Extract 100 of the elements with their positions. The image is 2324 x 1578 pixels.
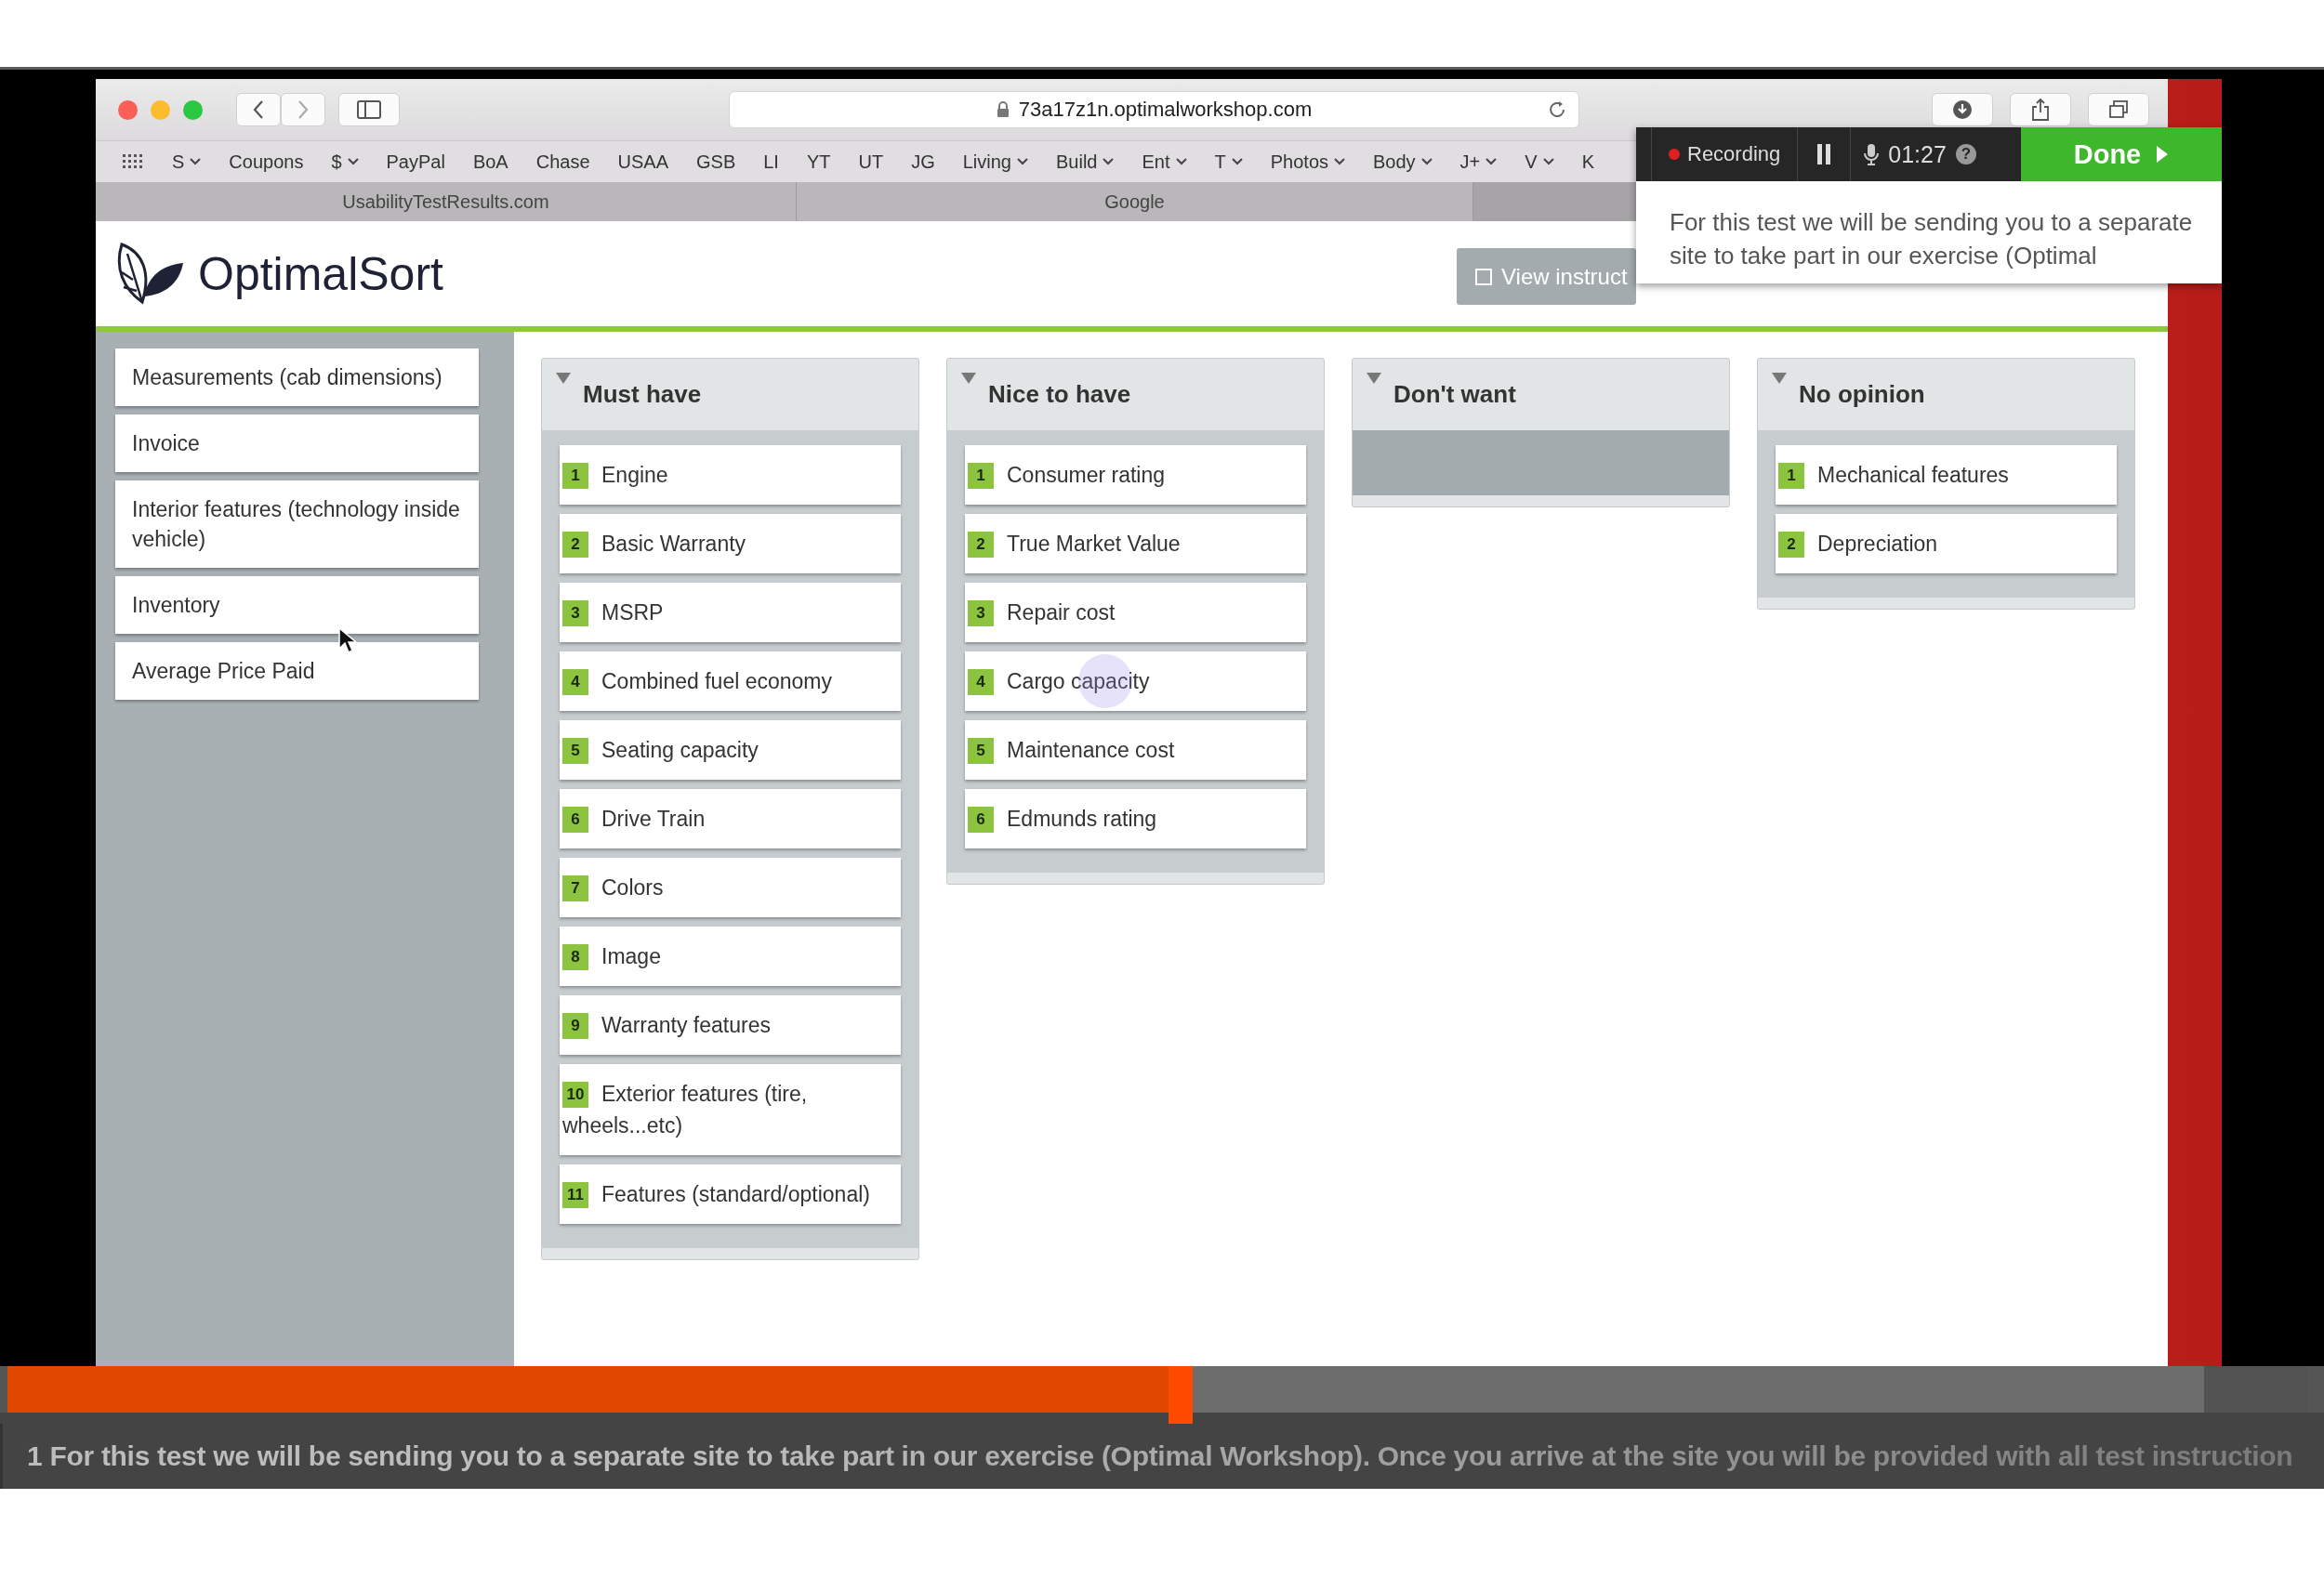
sorted-card[interactable]: 11 Features (standard/optional) [560,1164,901,1224]
bookmark-item[interactable]: K [1581,151,1594,173]
lock-icon [996,101,1010,118]
zoom-button[interactable] [183,99,203,120]
help-icon[interactable]: ? [1955,144,1976,164]
share-button[interactable] [2010,93,2071,126]
sorted-card[interactable]: 10 Exterior features (tire, wheels...etc) [560,1064,901,1155]
sorted-card[interactable]: 2 Depreciation [1776,514,2117,573]
bookmark-item[interactable]: LI [763,151,779,173]
bookmark-item[interactable]: Coupons [229,151,304,173]
collapse-triangle-icon[interactable] [960,372,977,385]
bookmark-item[interactable]: JG [911,151,935,173]
bookmark-item[interactable]: Build [1056,151,1115,173]
card-number: 2 [1778,532,1804,558]
logo-text: OptimalSort [198,246,443,301]
tabs-button[interactable] [2088,93,2149,126]
card-number: 4 [968,669,994,695]
bookmark-item[interactable]: GSB [696,151,736,173]
recording-status: Recording [1687,142,1781,166]
mouse-cursor-icon [337,626,356,654]
back-button[interactable] [236,93,281,126]
sorted-card[interactable]: 2 True Market Value [965,514,1306,573]
card-number: 8 [562,944,588,970]
bookmark-item[interactable]: USAA [617,151,668,173]
sidebar-button[interactable] [338,93,400,126]
apps-grid-icon[interactable] [122,153,144,170]
card-number: 6 [968,807,994,833]
bookmark-item[interactable]: Ent [1142,151,1187,173]
bookmark-item[interactable]: Chase [535,151,590,173]
sidebar-icon [357,100,381,119]
card-number: 5 [562,738,588,764]
bookmark-item[interactable]: V [1525,151,1554,173]
card-number: 2 [562,532,588,558]
bookmark-item[interactable]: S [172,151,202,173]
pause-icon[interactable] [1816,143,1832,165]
card-number: 10 [562,1082,588,1108]
bookmark-item[interactable]: Living [962,151,1028,173]
sorted-card[interactable]: 9 Warranty features [560,995,901,1055]
card-number: 4 [562,669,588,695]
sorted-card[interactable]: 4 Combined fuel economy [560,651,901,711]
tabs-icon [2108,100,2129,119]
microphone-icon [1864,143,1880,165]
collapse-triangle-icon[interactable] [1771,372,1788,385]
card-number: 1 [1778,463,1804,489]
category-title: Nice to have [988,380,1131,409]
bookmark-item[interactable]: T [1214,151,1243,173]
card-number: 2 [968,532,994,558]
sorted-card[interactable]: 6 Edmunds rating [965,789,1306,848]
category-title: Must have [583,380,702,409]
address-bar[interactable]: 73a17z1n.optimalworkshop.com [729,91,1579,128]
sorted-card[interactable]: 6 Drive Train [560,789,901,848]
sorted-card[interactable]: 2 Basic Warranty [560,514,901,573]
card-number: 11 [562,1182,588,1208]
unsorted-card[interactable]: Interior features (technology inside vehicle) [115,480,479,568]
collapse-triangle-icon[interactable] [555,372,572,385]
bookmark-item[interactable]: $ [331,151,359,173]
unsorted-card[interactable]: Measurements (cab dimensions) [115,348,479,406]
sorted-card[interactable]: 5 Seating capacity [560,720,901,780]
browser-tab[interactable]: UsabilityTestResults.com [96,182,797,221]
bookmark-item[interactable]: Body [1373,151,1433,173]
sorted-card[interactable]: 3 Repair cost [965,583,1306,642]
card-number: 1 [562,463,588,489]
bookmark-item[interactable]: PayPal [386,151,445,173]
category-title: Don't want [1393,380,1516,409]
card-number: 5 [968,738,994,764]
sorted-card[interactable]: 7 Colors [560,858,901,917]
bookmark-item[interactable]: BoA [472,151,508,173]
card-number: 6 [562,807,588,833]
bookmark-item[interactable]: Photos [1270,151,1345,173]
sorted-card[interactable]: 1 Engine [560,445,901,505]
recording-time: 01:27 [1888,140,1947,168]
card-number: 9 [562,1013,588,1039]
sorted-card[interactable]: 3 MSRP [560,583,901,642]
unsorted-card[interactable]: Invoice [115,414,479,472]
forward-chevron-icon [297,99,310,120]
bookmark-item[interactable]: UT [858,151,884,173]
play-triangle-icon [2156,145,2170,164]
card-number: 3 [562,600,588,626]
url-text: 73a17z1n.optimalworkshop.com [1018,98,1313,122]
download-icon [1952,99,1973,120]
unsorted-card[interactable]: Inventory [115,576,479,634]
sorted-card[interactable]: 1 Consumer rating [965,445,1306,505]
sorted-card[interactable]: 1 Mechanical features [1776,445,2117,505]
close-button[interactable] [118,99,138,120]
card-number: 7 [562,875,588,901]
unsorted-card[interactable]: Average Price Paid [115,642,479,700]
card-number: 3 [968,600,994,626]
download-button[interactable] [1932,93,1993,126]
collapse-triangle-icon[interactable] [1366,372,1382,385]
reload-icon[interactable] [1547,99,1567,120]
back-chevron-icon [252,99,265,120]
card-number: 1 [968,463,994,489]
category-title: No opinion [1799,380,1925,409]
sorted-card[interactable]: 5 Maintenance cost [965,720,1306,780]
bookmark-item[interactable]: YT [806,151,831,173]
sorted-card[interactable]: 8 Image [560,927,901,986]
sorted-card[interactable]: 4 Cargo capacity [965,651,1306,711]
recording-dot-icon [1669,149,1680,160]
bookmark-item[interactable]: J+ [1459,151,1498,173]
square-icon [1475,268,1492,285]
